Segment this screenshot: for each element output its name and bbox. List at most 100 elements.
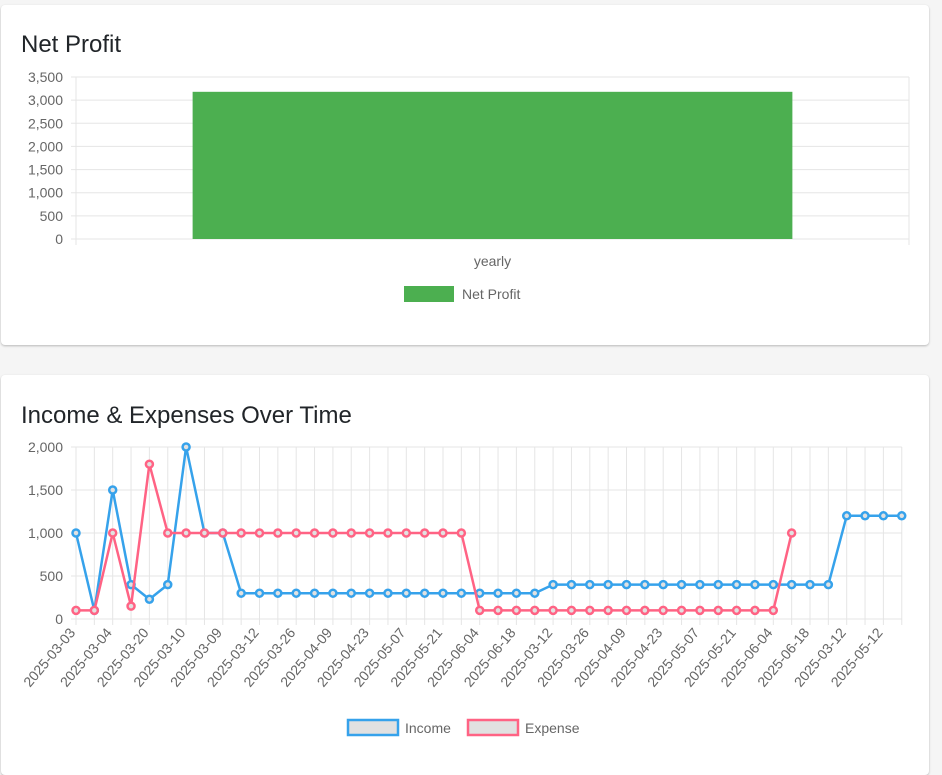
income-point xyxy=(236,588,246,598)
legend-label-net-profit: Net Profit xyxy=(462,286,520,302)
income-point xyxy=(658,579,668,590)
income-point xyxy=(548,579,558,590)
expense-point xyxy=(750,605,760,616)
net-profit-bar xyxy=(192,91,793,239)
expense-point xyxy=(89,605,100,616)
expense-point xyxy=(364,528,375,538)
income-point xyxy=(438,588,448,598)
y-tick-label: 1,500 xyxy=(28,482,63,498)
income-point xyxy=(383,588,393,598)
income-point xyxy=(860,511,870,521)
income-point xyxy=(530,588,540,598)
net-profit-chart: 3,500 3,000 2,500 2,000 1,500 1,000 500 0 yearly… xyxy=(28,69,910,302)
income-point xyxy=(897,511,907,521)
income-point xyxy=(750,579,760,590)
expense-point xyxy=(548,605,558,616)
legend-swatch-income xyxy=(346,718,400,737)
expense-point xyxy=(768,605,779,616)
income-point xyxy=(805,579,815,590)
expense-point xyxy=(713,605,723,616)
income-point xyxy=(71,528,81,538)
legend-swatch-net-profit xyxy=(404,286,454,302)
legend-swatch-expense xyxy=(466,718,520,737)
income-point xyxy=(144,594,155,604)
expense-point xyxy=(328,528,338,538)
income-point xyxy=(731,579,742,590)
expense-point xyxy=(676,605,687,616)
income-point xyxy=(603,579,613,590)
expense-point xyxy=(126,601,136,611)
expense-point xyxy=(530,605,540,616)
expense-point xyxy=(566,605,577,616)
y-tick-label: 3,000 xyxy=(28,92,63,108)
income-point xyxy=(291,588,301,598)
income-point xyxy=(676,579,687,590)
income-point xyxy=(309,588,320,598)
net-profit-card: Net Profit 3,500 3,000 2,500 2,000 1,500 1,00… xyxy=(1,5,929,345)
income-point xyxy=(328,588,338,598)
expense-point xyxy=(419,528,430,538)
expense-point xyxy=(218,528,228,538)
x-tick-label: yearly xyxy=(474,253,511,269)
expense-point xyxy=(511,605,522,616)
y-tick-label: 1,000 xyxy=(28,185,63,201)
expense-point xyxy=(254,528,265,538)
expense-point xyxy=(603,605,613,616)
income-point xyxy=(713,579,723,590)
income-point xyxy=(695,579,705,590)
legend-label-income: Income xyxy=(405,720,451,736)
y-tick-label: 2,000 xyxy=(28,138,63,154)
expense-point xyxy=(621,605,632,616)
y-tick-label: 0 xyxy=(55,611,63,627)
income-point xyxy=(640,579,650,590)
income-point xyxy=(346,588,356,598)
expense-point xyxy=(474,605,485,616)
income-point xyxy=(841,511,852,521)
expense-point xyxy=(383,528,393,538)
expense-point xyxy=(401,528,412,538)
y-tick-label: 2,500 xyxy=(28,115,63,131)
income-point xyxy=(511,588,522,598)
expense-point xyxy=(107,528,118,538)
expense-point xyxy=(199,528,210,538)
expense-point xyxy=(456,528,467,538)
expense-point xyxy=(493,605,503,616)
expense-point xyxy=(346,528,356,538)
expense-point xyxy=(273,528,283,538)
expense-point xyxy=(786,528,797,538)
income-point xyxy=(364,588,375,598)
y-tick-label: 1,000 xyxy=(28,525,63,541)
expense-point xyxy=(585,605,595,616)
expense-point xyxy=(695,605,705,616)
y-tick-label: 500 xyxy=(40,208,64,224)
expense-point xyxy=(658,605,668,616)
income-point xyxy=(585,579,595,590)
income-point xyxy=(493,588,503,598)
income-point xyxy=(254,588,265,598)
legend-label-expense: Expense xyxy=(525,720,580,736)
income-point xyxy=(419,588,430,598)
expense-point xyxy=(236,528,246,538)
income-point xyxy=(107,485,118,495)
y-tick-label: 1,500 xyxy=(28,162,63,178)
expense-point xyxy=(71,605,81,616)
income-point xyxy=(456,588,467,598)
expense-point xyxy=(144,459,155,469)
income-point xyxy=(163,579,173,590)
income-point xyxy=(786,579,797,590)
expense-point xyxy=(309,528,320,538)
income-point xyxy=(621,579,632,590)
expense-point xyxy=(640,605,650,616)
y-tick-label: 3,500 xyxy=(28,69,63,85)
expense-point xyxy=(291,528,301,538)
income-point xyxy=(823,579,834,590)
income-point xyxy=(878,511,889,521)
expense-point xyxy=(731,605,742,616)
income-point xyxy=(768,579,779,590)
income-point xyxy=(273,588,283,598)
income-expenses-chart: 2,0001,5001,00050002025-03-032025-03-042… xyxy=(20,439,907,737)
income-point xyxy=(401,588,412,598)
expense-point xyxy=(163,528,173,538)
income-point xyxy=(181,442,191,452)
income-point xyxy=(566,579,577,590)
